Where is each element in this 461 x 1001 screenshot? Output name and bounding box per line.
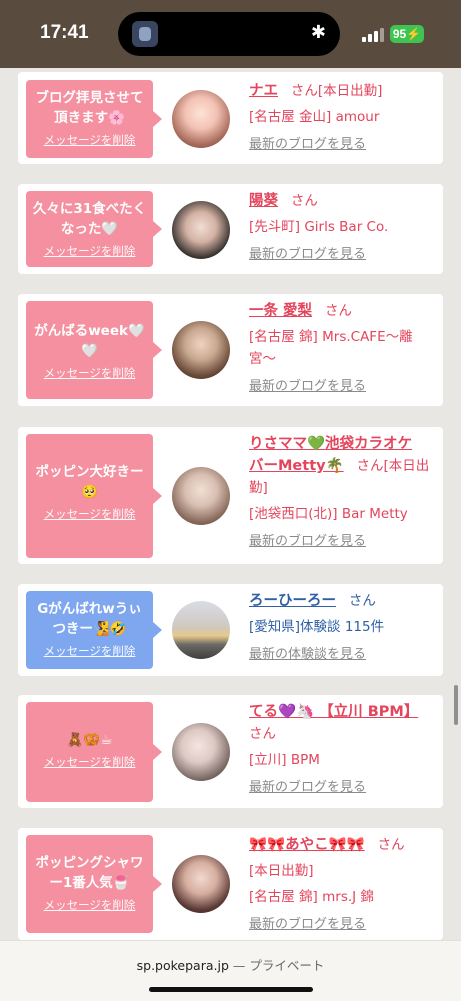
avatar[interactable] <box>172 723 230 781</box>
dynamic-island: ✱ <box>118 12 340 56</box>
latest-blog-link[interactable]: 最新のブログを見る <box>249 376 437 398</box>
shop-detail: 勤] <box>249 480 268 496</box>
honorific: さん <box>249 726 276 742</box>
cast-name[interactable]: 陽葵 <box>249 193 278 209</box>
message-text-line: 🧸🥨☕ <box>66 732 113 748</box>
message-bubble: ポッピングシャワ ー1番人気🍧 メッセージを削除 <box>26 835 162 933</box>
home-indicator[interactable] <box>149 987 313 992</box>
list-item: ポッピングシャワ ー1番人気🍧 メッセージを削除 🎀🎀あやこ🎀🎀 さん [本日出… <box>18 828 443 940</box>
scrollbar[interactable] <box>454 685 458 725</box>
card-info: ナエ さん[本日出勤] [名古屋 金山] amour 最新のブログを見る <box>249 80 437 156</box>
honorific: さん <box>290 193 318 209</box>
card-info: りさママ💚池袋カラオケ バーMetty🌴 さん[本日出 勤] [池袋西口(北)]… <box>249 433 437 553</box>
cast-name[interactable]: ナエ <box>249 83 278 99</box>
message-text-line: 🤍 <box>81 343 98 359</box>
list-item: ブログ拝見させて 頂きます🌸 メッセージを削除 ナエ さん[本日出勤] [名古屋… <box>18 72 443 164</box>
shop-detail: [名古屋 錦] mrs.J 錦 <box>249 889 374 905</box>
url-domain: sp.pokepara.jp <box>136 958 229 973</box>
message-text-line: Gがんばれwうぃ <box>37 601 142 617</box>
avatar[interactable] <box>172 467 230 525</box>
delete-message-link[interactable]: メッセージを削除 <box>32 897 147 913</box>
avatar[interactable] <box>172 321 230 379</box>
shop-detail: [名古屋 金山] amour <box>249 109 380 125</box>
message-text-line: ー1番人気🍧 <box>49 875 130 891</box>
delete-message-link[interactable]: メッセージを削除 <box>32 754 147 770</box>
status-bar: 17:41 ✱ 95⚡ <box>0 0 461 68</box>
attendance-status: [本日出勤] <box>249 863 314 879</box>
avatar[interactable] <box>172 601 230 659</box>
list-item: Gがんばれwうぃ つきー🧏🤣 メッセージを削除 ろーひーろー さん [愛知県]体… <box>18 584 443 676</box>
list-item: がんばるweek🤍 🤍 メッセージを削除 一条 愛梨 さん [名古屋 錦] Mr… <box>18 294 443 406</box>
card-info: ろーひーろー さん [愛知県]体験談 115件 最新の体験談を見る <box>249 590 437 666</box>
message-text-line: 頂きます🌸 <box>54 110 125 126</box>
shop-detail: [池袋西口(北)] Bar Metty <box>249 506 408 522</box>
delete-message-link[interactable]: メッセージを削除 <box>32 243 147 259</box>
cast-name-continued[interactable]: バーMetty🌴 <box>249 458 344 474</box>
list-item: 久々に31食べたく なった🤍 メッセージを削除 陽葵 さん [先斗町] Girl… <box>18 184 443 274</box>
cast-name[interactable]: 一条 愛梨 <box>249 303 312 319</box>
cellular-signal-icon <box>362 28 384 42</box>
honorific: さん <box>348 593 376 609</box>
message-text-line: なった🤍 <box>60 221 119 237</box>
clock: 17:41 <box>40 22 89 43</box>
message-text-line: つきー🧏🤣 <box>52 621 127 637</box>
list-item: ポッピン大好きー 🥺 メッセージを削除 りさママ💚池袋カラオケ バーMetty🌴… <box>18 427 443 564</box>
message-text-line: がんばるweek🤍 <box>34 323 145 339</box>
avatar[interactable] <box>172 90 230 148</box>
message-text-line: ポッピングシャワ <box>35 855 144 871</box>
delete-message-link[interactable]: メッセージを削除 <box>32 643 147 659</box>
cast-name[interactable]: てる💜🦄 【立川 BPM】 <box>249 704 418 720</box>
card-info: 陽葵 さん [先斗町] Girls Bar Co. 最新のブログを見る <box>249 190 437 266</box>
latest-blog-link[interactable]: 最新のブログを見る <box>249 244 437 266</box>
latest-blog-link[interactable]: 最新のブログを見る <box>249 914 437 936</box>
message-bubble: 久々に31食べたく なった🤍 メッセージを削除 <box>26 191 162 267</box>
shop-detail: [立川] BPM <box>249 752 320 768</box>
honorific: さん[本日出勤] <box>290 83 383 99</box>
message-bubble: ブログ拝見させて 頂きます🌸 メッセージを削除 <box>26 80 162 158</box>
url-display[interactable]: sp.pokepara.jp — プライベート <box>0 955 461 974</box>
latest-blog-link[interactable]: 最新のブログを見る <box>249 777 437 799</box>
list-item: 🧸🥨☕ メッセージを削除 てる💜🦄 【立川 BPM】 さん [立川] BPM 最… <box>18 695 443 808</box>
bluetooth-icon: ✱ <box>310 22 326 43</box>
message-text-line: ブログ拝見させて <box>35 90 144 106</box>
message-text-line: 🥺 <box>81 484 98 500</box>
user-name[interactable]: ろーひーろー <box>249 593 336 609</box>
cast-name[interactable]: 🎀🎀あやこ🎀🎀 <box>249 837 365 853</box>
message-bubble: Gがんばれwうぃ つきー🧏🤣 メッセージを削除 <box>26 591 162 669</box>
message-bubble: 🧸🥨☕ メッセージを削除 <box>26 702 162 802</box>
avatar[interactable] <box>172 201 230 259</box>
shop-detail: 宮〜 <box>249 351 276 367</box>
message-text-line: ポッピン大好きー <box>35 464 144 480</box>
review-count: [愛知県]体験談 115件 <box>249 619 385 635</box>
app-thumbnail-icon <box>132 21 158 47</box>
attendance-status: [本日出 <box>383 458 430 474</box>
honorific: さん <box>377 837 405 853</box>
message-bubble: ポッピン大好きー 🥺 メッセージを削除 <box>26 434 162 558</box>
url-separator: — <box>232 958 246 973</box>
message-bubble: がんばるweek🤍 🤍 メッセージを削除 <box>26 301 162 399</box>
avatar[interactable] <box>172 855 230 913</box>
delete-message-link[interactable]: メッセージを削除 <box>32 132 147 148</box>
card-info: 🎀🎀あやこ🎀🎀 さん [本日出勤] [名古屋 錦] mrs.J 錦 最新のブログ… <box>249 834 437 936</box>
honorific: さん[本日出 <box>356 458 430 474</box>
honorific: さん <box>324 303 352 319</box>
latest-blog-link[interactable]: 最新のブログを見る <box>249 531 437 553</box>
cast-name[interactable]: りさママ💚池袋カラオケ <box>249 436 412 452</box>
card-info: てる💜🦄 【立川 BPM】 さん [立川] BPM 最新のブログを見る <box>249 701 437 799</box>
message-text-line: 久々に31食べたく <box>32 201 147 217</box>
battery-icon: 95⚡ <box>390 25 424 43</box>
shop-detail: [先斗町] Girls Bar Co. <box>249 219 389 235</box>
delete-message-link[interactable]: メッセージを削除 <box>32 365 147 381</box>
attendance-status: [本日出勤] <box>317 83 383 99</box>
private-mode-label: プライベート <box>249 958 325 973</box>
shop-detail: [名古屋 錦] Mrs.CAFE〜離 <box>249 329 413 345</box>
latest-review-link[interactable]: 最新の体験談を見る <box>249 644 437 666</box>
latest-blog-link[interactable]: 最新のブログを見る <box>249 134 437 156</box>
battery-level: 95 <box>392 27 407 41</box>
delete-message-link[interactable]: メッセージを削除 <box>32 506 147 522</box>
card-info: 一条 愛梨 さん [名古屋 錦] Mrs.CAFE〜離 宮〜 最新のブログを見る <box>249 300 437 398</box>
